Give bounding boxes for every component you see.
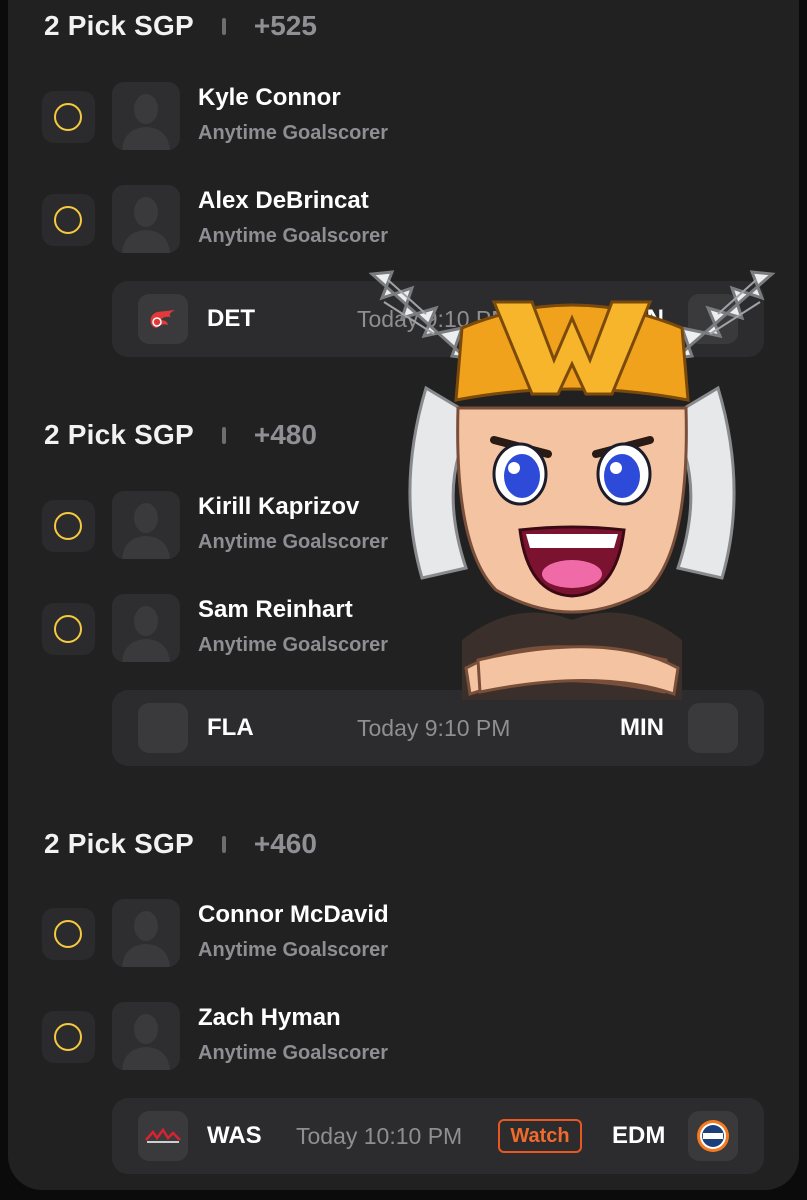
- player-avatar: [112, 491, 180, 559]
- pick-row[interactable]: Alex DeBrincat Anytime Goalscorer: [42, 185, 462, 255]
- pick-row[interactable]: Zach Hyman Anytime Goalscorer: [42, 1002, 462, 1072]
- player-name: Sam Reinhart: [198, 596, 353, 623]
- pick-market: Anytime Goalscorer: [198, 531, 389, 553]
- game-time: Today 9:10 PM: [357, 715, 511, 741]
- pick-market: Anytime Goalscorer: [198, 634, 389, 656]
- player-avatar: [112, 82, 180, 150]
- panthers-logo-icon: [138, 703, 188, 753]
- sgp-header: 2 Pick SGP +460: [44, 824, 317, 864]
- header-divider: [221, 835, 226, 853]
- game-bar[interactable]: FLA Today 9:10 PM MIN: [112, 690, 764, 766]
- pick-market: Anytime Goalscorer: [198, 225, 389, 247]
- pick-market: Anytime Goalscorer: [198, 1042, 389, 1064]
- pick-toggle[interactable]: [42, 500, 95, 552]
- person-silhouette-icon: [122, 911, 170, 967]
- person-silhouette-icon: [122, 197, 170, 253]
- player-name: Kyle Connor: [198, 84, 341, 111]
- sgp-title: 2 Pick SGP: [44, 828, 194, 859]
- player-avatar: [112, 1002, 180, 1070]
- empty-circle-icon: [54, 512, 82, 540]
- watch-button[interactable]: Watch: [498, 1119, 582, 1153]
- home-team-abbr: WAS: [207, 1122, 262, 1149]
- sgp-header: 2 Pick SGP +525: [44, 6, 317, 46]
- sgp-odds: +480: [253, 419, 317, 450]
- player-name: Connor McDavid: [198, 901, 389, 928]
- player-avatar: [112, 594, 180, 662]
- pick-market: Anytime Goalscorer: [198, 939, 389, 961]
- red-wings-logo-icon: [138, 294, 188, 344]
- player-avatar: [112, 899, 180, 967]
- person-silhouette-icon: [122, 94, 170, 150]
- sgp-header: 2 Pick SGP +480: [44, 415, 317, 455]
- player-avatar: [112, 185, 180, 253]
- pick-row[interactable]: Connor McDavid Anytime Goalscorer: [42, 899, 462, 969]
- pick-toggle[interactable]: [42, 603, 95, 655]
- home-team-abbr: FLA: [207, 714, 254, 741]
- pick-toggle[interactable]: [42, 194, 95, 246]
- header-divider: [221, 17, 226, 35]
- pick-toggle[interactable]: [42, 1011, 95, 1063]
- empty-circle-icon: [54, 103, 82, 131]
- player-name: Alex DeBrincat: [198, 187, 369, 214]
- empty-circle-icon: [54, 1023, 82, 1051]
- winged-helmet-mascot-sticker: [366, 268, 778, 700]
- game-bar[interactable]: WAS Today 10:10 PM Watch EDM: [112, 1098, 764, 1174]
- player-name: Zach Hyman: [198, 1004, 341, 1031]
- pick-toggle[interactable]: [42, 908, 95, 960]
- sgp-title: 2 Pick SGP: [44, 419, 194, 450]
- player-name: Kirill Kaprizov: [198, 493, 360, 520]
- away-team-abbr: MIN: [620, 714, 664, 741]
- sgp-odds: +525: [253, 10, 317, 41]
- wild-logo-icon: [688, 703, 738, 753]
- pick-row[interactable]: Kyle Connor Anytime Goalscorer: [42, 82, 462, 152]
- empty-circle-icon: [54, 615, 82, 643]
- pick-toggle[interactable]: [42, 91, 95, 143]
- home-team-abbr: DET: [207, 305, 255, 332]
- empty-circle-icon: [54, 206, 82, 234]
- capitals-logo-icon: [138, 1111, 188, 1161]
- person-silhouette-icon: [122, 503, 170, 559]
- pick-market: Anytime Goalscorer: [198, 122, 389, 144]
- sgp-odds: +460: [253, 828, 317, 859]
- header-divider: [221, 426, 226, 444]
- oilers-logo-icon: [688, 1111, 738, 1161]
- away-team-abbr: EDM: [612, 1122, 666, 1149]
- game-time: Today 10:10 PM: [296, 1123, 463, 1149]
- person-silhouette-icon: [122, 606, 170, 662]
- sgp-title: 2 Pick SGP: [44, 10, 194, 41]
- empty-circle-icon: [54, 920, 82, 948]
- person-silhouette-icon: [122, 1014, 170, 1070]
